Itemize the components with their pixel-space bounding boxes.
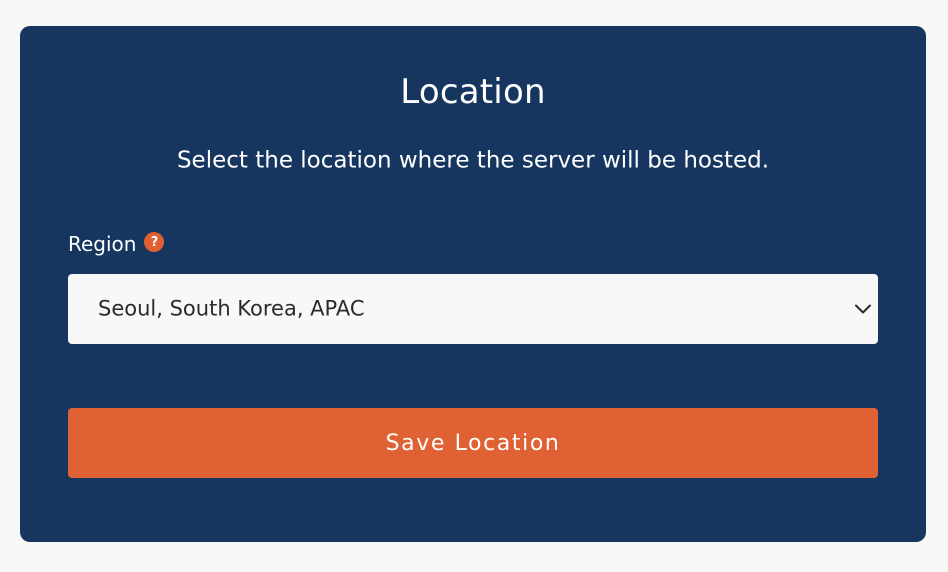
help-icon[interactable]: ?: [144, 232, 165, 252]
chevron-down-icon: [855, 304, 871, 314]
region-label-row: Region ?: [68, 231, 165, 257]
region-select[interactable]: Seoul, South Korea, APAC: [68, 274, 878, 344]
save-location-button[interactable]: Save Location: [68, 408, 878, 478]
card-title: Location: [400, 72, 546, 112]
region-label: Region: [68, 232, 137, 256]
location-card: Location Select the location where the s…: [20, 26, 926, 542]
region-select-value: Seoul, South Korea, APAC: [98, 296, 365, 321]
card-subtitle: Select the location where the server wil…: [176, 147, 770, 174]
